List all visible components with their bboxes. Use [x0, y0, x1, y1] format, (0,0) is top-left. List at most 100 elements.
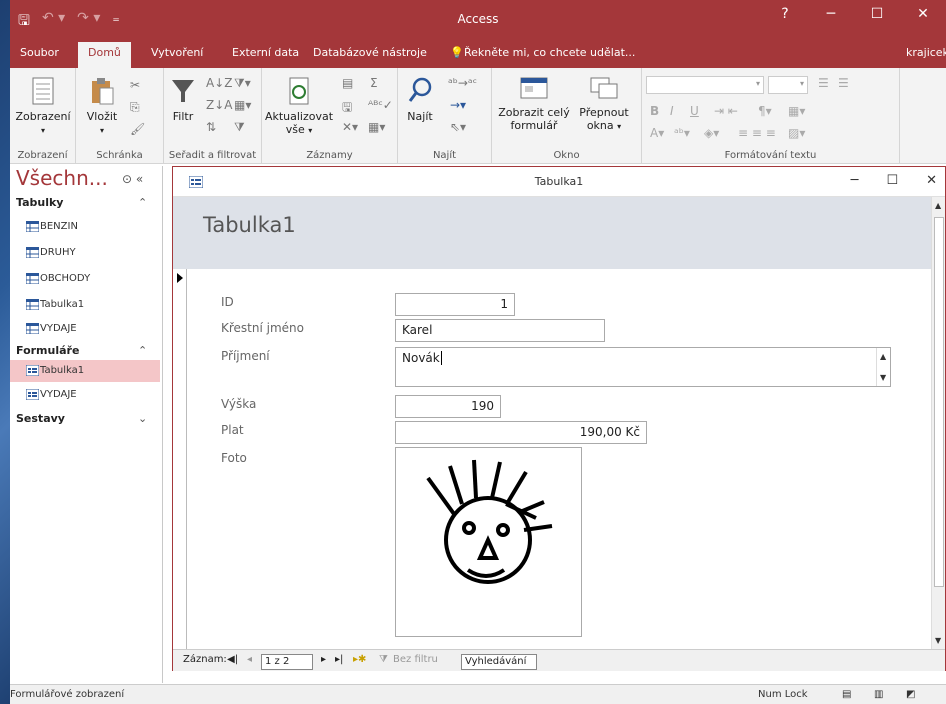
italic-icon[interactable]: I — [670, 104, 674, 118]
highlight-icon[interactable]: ᵃᵇ▾ — [674, 126, 690, 140]
layout-view-icon[interactable]: ▥ — [874, 689, 883, 700]
format-painter-icon[interactable]: 🖌 — [130, 122, 145, 136]
sort-descending-icon[interactable]: Z↓A — [206, 98, 232, 112]
filtr-button[interactable]: Filtr — [166, 76, 200, 123]
first-record-icon[interactable]: ◀| — [227, 654, 238, 665]
more-icon[interactable]: ▦▾ — [368, 120, 385, 134]
minimize-button[interactable]: ─ — [808, 0, 854, 30]
tab-soubor[interactable]: Soubor — [20, 46, 59, 59]
maximize-button[interactable]: ☐ — [854, 0, 900, 30]
copy-icon[interactable]: ⎘ — [130, 100, 140, 115]
paragraph-icon[interactable]: ¶▾ — [758, 104, 772, 118]
alt-fill-icon[interactable]: ▨▾ — [788, 126, 805, 140]
spelling-icon[interactable]: ᴬᴮᶜ✓ — [368, 98, 393, 112]
nav-menu-icon[interactable]: ⊙ « — [122, 172, 143, 186]
nav-section-formulare[interactable]: Formuláře ⌃ — [16, 344, 156, 357]
remove-sort-icon[interactable]: ⇅ — [206, 120, 216, 134]
record-label: Záznam: — [183, 654, 227, 665]
user-name[interactable]: krajicek — [906, 46, 946, 59]
font-name-select[interactable]: ▾ — [646, 76, 764, 94]
current-record-icon — [177, 273, 183, 283]
prev-record-icon[interactable]: ◂ — [247, 654, 252, 665]
font-color-icon[interactable]: A▾ — [650, 126, 664, 140]
last-record-icon[interactable]: ▸| — [335, 654, 343, 665]
filter-status[interactable]: Bez filtru — [393, 654, 438, 665]
advanced-filter-icon[interactable]: ▦▾ — [234, 98, 251, 112]
new-record-icon[interactable]: ▤ — [342, 76, 353, 90]
najit-label: Najít — [407, 110, 433, 123]
nav-item-vydaje-table[interactable]: VYDAJE — [10, 318, 160, 340]
tab-externi-data[interactable]: Externí data — [232, 46, 299, 59]
doc-close-button[interactable]: ✕ — [926, 173, 937, 188]
tab-databazove-nastroje[interactable]: Databázové nástroje — [313, 46, 427, 59]
aktualizovat-label: Aktualizovat — [264, 110, 334, 123]
selection-icon[interactable]: ⧩▾ — [234, 76, 251, 91]
doc-minimize-button[interactable]: ─ — [851, 173, 859, 188]
indent-icon[interactable]: ⇥ ⇤ — [714, 104, 738, 118]
najit-button[interactable]: Najít — [400, 76, 440, 123]
record-selector[interactable] — [175, 269, 187, 649]
gridlines-icon[interactable]: ▦▾ — [788, 104, 805, 118]
nav-item-druhy[interactable]: DRUHY — [10, 242, 160, 264]
zobrazeni-label: Zobrazení — [15, 110, 71, 123]
toggle-filter-icon[interactable]: ⧩ — [234, 120, 245, 135]
nav-item-benzin[interactable]: BENZIN — [10, 216, 160, 238]
scroll-down-icon[interactable]: ▼ — [935, 636, 941, 645]
tell-me-icon[interactable]: 💡 — [450, 46, 464, 59]
delete-record-icon[interactable]: ✕▾ — [342, 120, 358, 134]
zobrazit-cely-formular-button[interactable]: Zobrazit celý formulář — [498, 76, 570, 132]
zobrazeni-button[interactable]: Zobrazení ▾ — [13, 76, 73, 137]
replace-icon[interactable]: ᵃᵇ→ᵃᶜ — [448, 76, 477, 90]
field-foto[interactable] — [395, 447, 582, 637]
bullets-icon[interactable]: ☰ — [818, 76, 829, 90]
field-vyska[interactable]: 190 — [395, 395, 501, 418]
nav-section-sestavy[interactable]: Sestavy ⌄ — [16, 412, 156, 425]
prijmeni-scrollbar[interactable]: ▲ ▼ — [876, 348, 890, 386]
vlozit-button[interactable]: Vložit ▾ — [84, 76, 120, 137]
group-label-najit: Najít — [432, 150, 457, 161]
tell-me-input[interactable]: Řekněte mi, co chcete udělat... — [464, 46, 635, 59]
search-box[interactable]: Vyhledávání — [461, 654, 537, 670]
scroll-up-icon[interactable]: ▲ — [935, 201, 941, 210]
field-prijmeni[interactable]: Novák ▲ ▼ — [395, 347, 891, 387]
numbering-icon[interactable]: ☰ — [838, 76, 849, 90]
nav-item-obchody[interactable]: OBCHODY — [10, 268, 160, 290]
field-plat[interactable]: 190,00 Kč — [395, 421, 647, 444]
save-record-icon[interactable]: 🖫 — [342, 98, 352, 119]
design-view-icon[interactable]: ◩ — [906, 689, 915, 700]
field-krestni-jmeno[interactable]: Karel — [395, 319, 605, 342]
new-record-icon[interactable]: ▸✱ — [353, 654, 366, 665]
tab-domu[interactable]: Domů — [78, 42, 131, 68]
select-icon[interactable]: ⇖▾ — [450, 120, 466, 134]
field-id[interactable]: 1 — [395, 293, 515, 316]
fill-color-icon[interactable]: ◈▾ — [704, 126, 719, 140]
totals-icon[interactable]: Σ — [370, 76, 378, 90]
current-record-field[interactable]: 1 z 2 — [261, 654, 313, 670]
form-view-icon[interactable]: ▤ — [842, 689, 851, 700]
prepnout-okna-button[interactable]: Přepnout okna ▾ — [572, 76, 636, 133]
close-button[interactable]: ✕ — [900, 0, 946, 30]
doc-maximize-button[interactable]: ☐ — [886, 173, 898, 188]
underline-icon[interactable]: U — [690, 104, 699, 118]
font-size-select[interactable]: ▾ — [768, 76, 808, 94]
form-vertical-scrollbar[interactable]: ▲ ▼ — [931, 197, 945, 649]
nav-section-tabulky[interactable]: Tabulky ⌃ — [16, 196, 156, 209]
nav-item-tabulka1-form[interactable]: Tabulka1 — [10, 360, 160, 382]
help-button[interactable]: ? — [762, 0, 808, 30]
form-header: Tabulka1 — [173, 197, 945, 269]
go-to-icon[interactable]: →▾ — [450, 98, 466, 112]
nav-item-tabulka1-table[interactable]: Tabulka1 — [10, 294, 160, 316]
bold-icon[interactable]: B — [650, 104, 659, 118]
aktualizovat-button[interactable]: Aktualizovat vše ▾ — [264, 76, 334, 137]
cut-icon[interactable]: ✂ — [130, 78, 140, 92]
scroll-thumb[interactable] — [934, 217, 944, 587]
scroll-up-icon[interactable]: ▲ — [880, 352, 886, 361]
align-icon[interactable]: ≡ ≡ ≡ — [738, 126, 776, 140]
scroll-down-icon[interactable]: ▼ — [880, 373, 886, 382]
nav-header[interactable]: Všechn... — [16, 166, 108, 190]
next-record-icon[interactable]: ▸ — [321, 654, 326, 665]
tab-vytvoreni[interactable]: Vytvoření — [151, 46, 203, 59]
nav-item-vydaje-form[interactable]: VYDAJE — [10, 384, 160, 406]
sort-ascending-icon[interactable]: A↓Z — [206, 76, 232, 90]
filter-off-icon[interactable]: ⧩ — [379, 654, 388, 665]
